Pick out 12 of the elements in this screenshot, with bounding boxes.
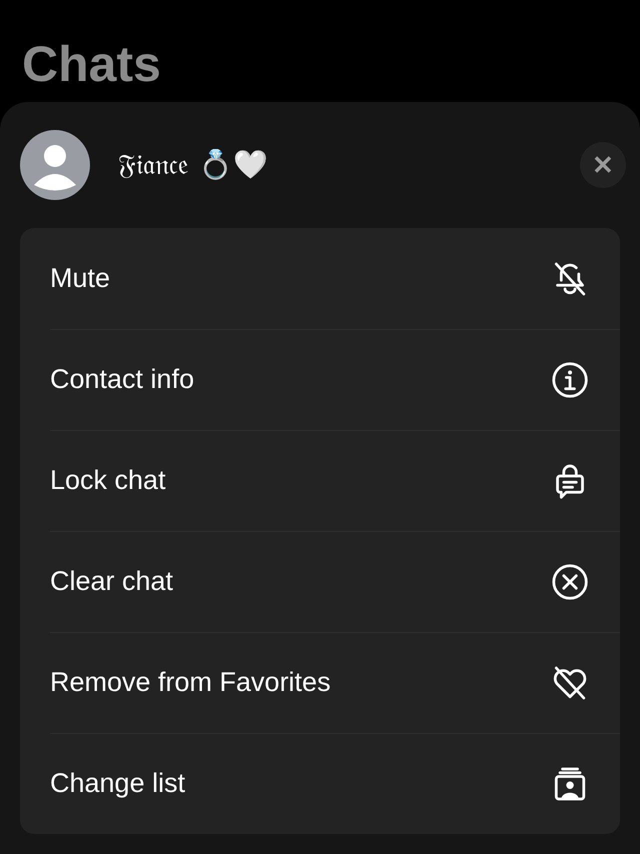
menu-item[interactable]: Contact info (20, 329, 620, 430)
menu-item[interactable]: Mute (20, 228, 620, 329)
menu-item[interactable]: Clear chat (20, 531, 620, 632)
menu-item[interactable]: Change list (20, 733, 620, 834)
screen-title: Chats (22, 35, 161, 94)
clear-icon (550, 562, 590, 602)
close-button[interactable]: ✕ (580, 142, 626, 188)
menu-item[interactable]: Lock chat (20, 430, 620, 531)
avatar-icon (20, 130, 90, 200)
menu-item[interactable]: Remove from Favorites (20, 632, 620, 733)
info-icon (550, 360, 590, 400)
contact-name: 𝔉𝔦𝔞𝔫𝔠𝔢 💍🤍 (118, 147, 268, 183)
